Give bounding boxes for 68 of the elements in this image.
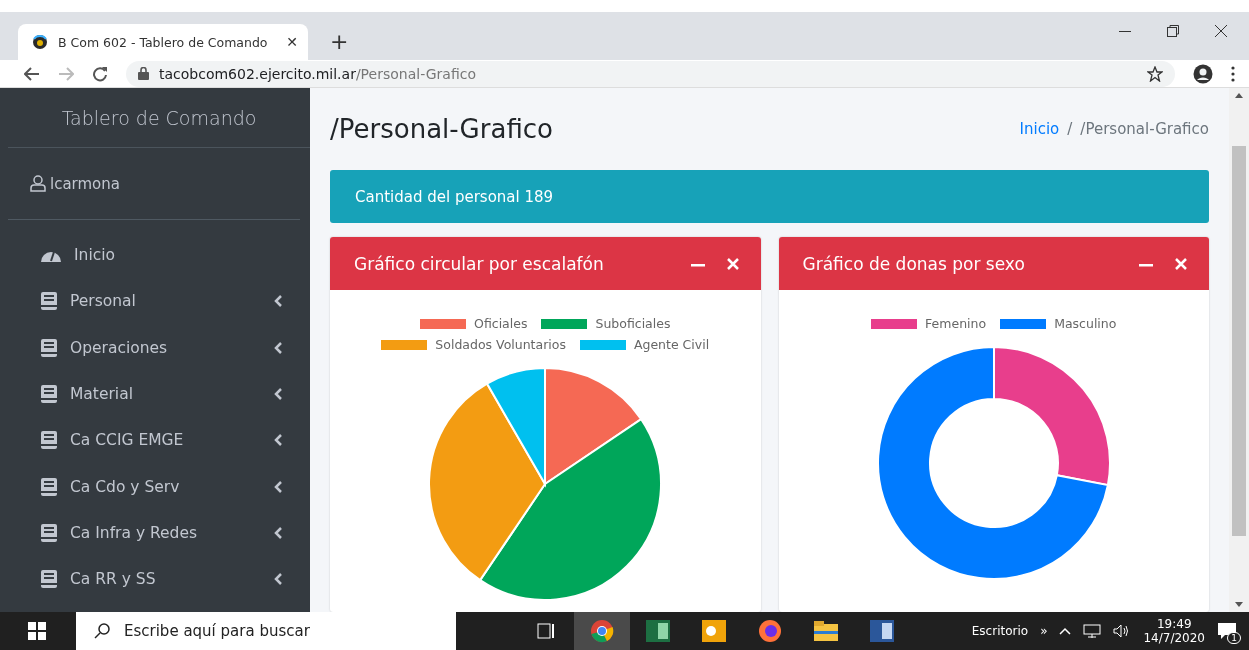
chevron-left-icon xyxy=(274,388,282,401)
tray-chevron-icon[interactable] xyxy=(1059,627,1072,635)
profile-icon[interactable] xyxy=(1193,63,1213,84)
legend-label: Agente Civil xyxy=(633,337,710,352)
search-icon xyxy=(94,623,110,639)
book-icon xyxy=(40,476,58,497)
legend-label: Masculino xyxy=(1054,316,1117,331)
legend-label: Suboficiales xyxy=(595,316,671,331)
notification-icon[interactable] xyxy=(1217,622,1237,640)
address-bar[interactable]: tacobcom602.ejercito.mil.ar/Personal-Grafico xyxy=(126,60,1175,87)
nav-item[interactable]: Operaciones xyxy=(40,324,310,371)
nav-item[interactable]: Inicio xyxy=(40,232,310,279)
browser-tab[interactable]: B Com 602 - Tablero de Comando ✕ xyxy=(18,24,308,60)
book-icon xyxy=(40,291,58,312)
book-icon xyxy=(40,337,58,358)
chevron-left-icon xyxy=(274,526,282,539)
scrollbar[interactable] xyxy=(1229,88,1249,612)
emblem-icon xyxy=(32,34,48,50)
book-icon xyxy=(40,384,58,405)
book-icon xyxy=(40,430,58,451)
legend-label: Oficiales xyxy=(474,316,528,331)
desktop-label[interactable]: Escritorio xyxy=(971,624,1029,638)
url-text: tacobcom602.ejercito.mil.ar/Personal-Grafico xyxy=(159,65,476,82)
windows-icon[interactable] xyxy=(28,622,46,640)
book-icon xyxy=(40,522,58,543)
info-banner: Cantidad del personal 189 xyxy=(330,170,1209,223)
toolbar-expand[interactable]: » xyxy=(1040,624,1048,638)
scroll-down-icon[interactable] xyxy=(1235,602,1243,608)
close-icon[interactable] xyxy=(1215,25,1227,37)
nav-item[interactable]: Ca CCIG EMGE xyxy=(40,417,310,464)
lock-icon xyxy=(138,67,149,80)
nav-item[interactable]: Personal xyxy=(40,278,310,325)
legend-label: Femenino xyxy=(925,316,987,331)
chevron-left-icon xyxy=(274,434,282,447)
menu-icon[interactable] xyxy=(1231,65,1235,82)
tab-title: B Com 602 - Tablero de Comando xyxy=(58,34,269,50)
notification-count: 1 xyxy=(1227,632,1241,644)
scroll-up-icon[interactable] xyxy=(1235,92,1243,98)
chevron-left-icon xyxy=(274,480,282,493)
breadcrumb-current: /Personal-Grafico xyxy=(1080,120,1209,138)
scrollbar-thumb[interactable] xyxy=(1232,146,1246,536)
user-icon xyxy=(30,175,46,192)
brand-title: Tablero de Comando xyxy=(61,106,257,129)
reload-icon[interactable] xyxy=(92,65,108,82)
taskbar-clock[interactable]: 19:49 14/7/2020 xyxy=(1143,617,1205,645)
back-icon[interactable] xyxy=(24,66,40,81)
legend-label: Soldados Voluntarios xyxy=(435,337,566,352)
breadcrumb-link[interactable]: Inicio xyxy=(1019,120,1060,138)
nav-item[interactable]: Material xyxy=(40,370,310,418)
user-name[interactable]: lcarmona xyxy=(50,174,120,193)
breadcrumb-separator: / xyxy=(1067,120,1073,138)
chevron-left-icon xyxy=(274,295,282,308)
browser-icon[interactable] xyxy=(574,612,630,650)
book-icon xyxy=(40,569,58,590)
card-title: Gráfico circular por escalafón xyxy=(354,253,605,274)
chevron-left-icon xyxy=(274,341,282,354)
nav-item[interactable]: Ca RR y SS xyxy=(40,556,310,603)
star-icon[interactable] xyxy=(1147,65,1163,82)
close-tab-button[interactable]: ✕ xyxy=(286,34,298,50)
network-icon[interactable] xyxy=(1083,624,1102,638)
taskbar-search[interactable]: Escribe aquí para buscar xyxy=(76,612,456,650)
new-tab-button[interactable]: + xyxy=(330,29,349,54)
chevron-left-icon xyxy=(274,573,282,586)
nav-item[interactable]: Ca Infra y Redes xyxy=(40,509,310,557)
restore-icon[interactable] xyxy=(1167,25,1179,37)
page-title: /Personal-Grafico xyxy=(330,114,553,144)
card-title: Gráfico de donas por sexo xyxy=(802,253,1026,274)
nav-item[interactable]: Ca Cdo y Serv xyxy=(40,463,310,510)
